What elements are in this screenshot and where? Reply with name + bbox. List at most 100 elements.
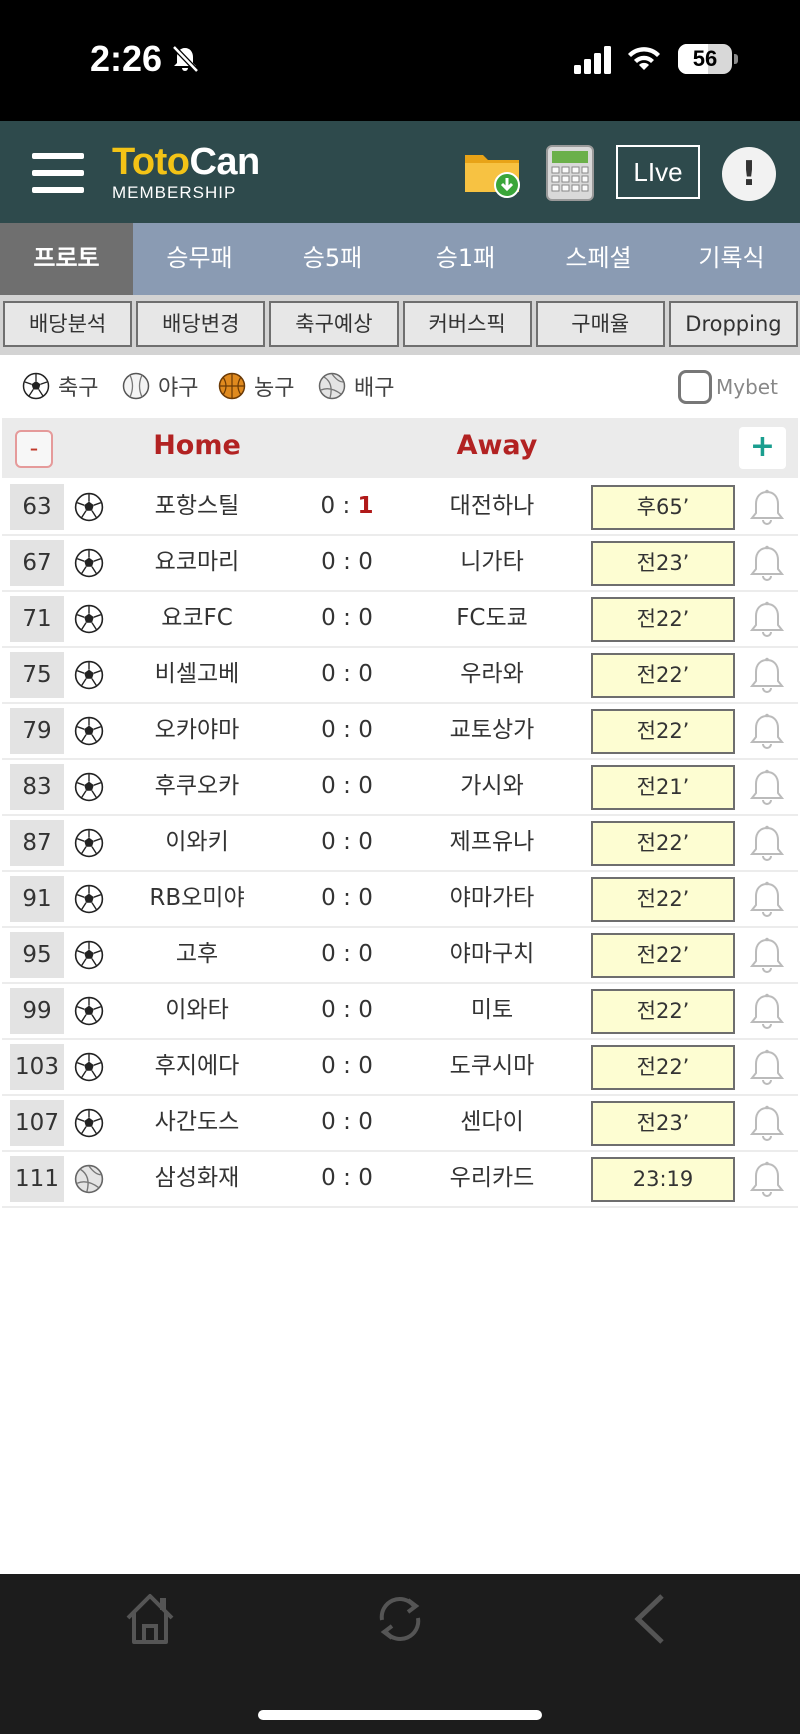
away-team[interactable]: 우라와	[412, 648, 572, 700]
bell-icon[interactable]	[747, 544, 787, 584]
away-team[interactable]: 니가타	[412, 536, 572, 588]
home-team[interactable]: 오카야마	[112, 704, 282, 756]
subtab-soccer-prediction[interactable]: 축구예상	[269, 301, 399, 347]
tab-win-draw-lose[interactable]: 승무패	[133, 223, 266, 295]
subtab-covers-pick[interactable]: 커버스픽	[402, 301, 532, 347]
away-team[interactable]: 야마가타	[412, 872, 572, 924]
bell-icon[interactable]	[747, 712, 787, 752]
score-home: 0	[321, 773, 336, 799]
tab-record[interactable]: 기록식	[665, 223, 798, 295]
expand-button[interactable]: +	[739, 427, 786, 469]
away-team[interactable]: 도쿠시마	[412, 1040, 572, 1092]
away-team[interactable]: FC도쿄	[412, 592, 572, 644]
home-icon[interactable]	[122, 1590, 178, 1648]
match-status[interactable]: 전22’	[591, 877, 735, 922]
home-team[interactable]: 삼성화재	[112, 1152, 282, 1204]
match-status[interactable]: 후65’	[591, 485, 735, 530]
refresh-icon[interactable]	[372, 1590, 428, 1648]
mybet-label: Mybet	[716, 375, 778, 399]
bell-icon[interactable]	[747, 992, 787, 1032]
home-team[interactable]: 고후	[112, 928, 282, 980]
match-status[interactable]: 전23’	[591, 1101, 735, 1146]
match-status[interactable]: 23:19	[591, 1157, 735, 1202]
away-team[interactable]: 센다이	[412, 1096, 572, 1148]
tab-win1[interactable]: 승1패	[399, 223, 532, 295]
live-button[interactable]: LIve	[616, 145, 700, 199]
away-team[interactable]: 가시와	[412, 760, 572, 812]
away-team[interactable]: 대전하나	[412, 480, 572, 532]
match-status[interactable]: 전22’	[591, 1045, 735, 1090]
subtab-dropping[interactable]: Dropping	[668, 301, 799, 347]
bell-icon[interactable]	[747, 768, 787, 808]
tab-special[interactable]: 스페셜	[532, 223, 665, 295]
home-team[interactable]: 비셀고베	[112, 648, 282, 700]
match-row[interactable]: 103 후지에다 0 : 0 도쿠시마 전22’	[2, 1040, 798, 1096]
match-row[interactable]: 95 고후 0 : 0 야마구치 전22’	[2, 928, 798, 984]
logo[interactable]: TotoCan MEMBERSHIP	[112, 143, 260, 203]
match-status[interactable]: 전23’	[591, 541, 735, 586]
bell-icon[interactable]	[747, 936, 787, 976]
bell-icon[interactable]	[747, 656, 787, 696]
match-status[interactable]: 전22’	[591, 709, 735, 754]
calculator-icon[interactable]	[546, 145, 594, 201]
match-row[interactable]: 75 비셀고베 0 : 0 우라와 전22’	[2, 648, 798, 704]
home-team[interactable]: 후지에다	[112, 1040, 282, 1092]
score-home: 0	[321, 885, 336, 911]
match-row[interactable]: 111 삼성화재 0 : 0 우리카드 23:19	[2, 1152, 798, 1208]
filter-volleyball[interactable]: 배구	[318, 370, 394, 402]
match-status[interactable]: 전22’	[591, 989, 735, 1034]
match-row[interactable]: 99 이와타 0 : 0 미토 전22’	[2, 984, 798, 1040]
match-status[interactable]: 전22’	[591, 597, 735, 642]
score-away: 0	[358, 941, 373, 967]
subtab-odds-change[interactable]: 배당변경	[136, 301, 266, 347]
tab-proto[interactable]: 프로토	[0, 223, 133, 295]
score: 0 : 1	[292, 480, 402, 532]
bell-icon[interactable]	[747, 1104, 787, 1144]
back-chevron-icon[interactable]	[628, 1590, 672, 1648]
away-team[interactable]: 교토상가	[412, 704, 572, 756]
tab-win5[interactable]: 승5패	[266, 223, 399, 295]
away-team[interactable]: 우리카드	[412, 1152, 572, 1204]
subtab-purchase-rate[interactable]: 구매율	[535, 301, 665, 347]
match-status[interactable]: 전22’	[591, 821, 735, 866]
away-team[interactable]: 미토	[412, 984, 572, 1036]
home-team[interactable]: 포항스틸	[112, 480, 282, 532]
collapse-button[interactable]: -	[15, 430, 53, 468]
match-row[interactable]: 79 오카야마 0 : 0 교토상가 전22’	[2, 704, 798, 760]
folder-download-icon[interactable]	[463, 147, 523, 199]
mybet-checkbox[interactable]	[678, 370, 712, 404]
home-team[interactable]: 요코FC	[112, 592, 282, 644]
home-team[interactable]: 사간도스	[112, 1096, 282, 1148]
match-status[interactable]: 전22’	[591, 933, 735, 978]
match-row[interactable]: 83 후쿠오카 0 : 0 가시와 전21’	[2, 760, 798, 816]
match-status[interactable]: 전22’	[591, 653, 735, 698]
home-team[interactable]: 이와타	[112, 984, 282, 1036]
home-team[interactable]: 후쿠오카	[112, 760, 282, 812]
alert-button[interactable]: !	[722, 147, 776, 201]
menu-icon[interactable]	[32, 153, 84, 193]
filter-baseball[interactable]: 야구	[122, 370, 198, 402]
away-team[interactable]: 야마구치	[412, 928, 572, 980]
home-team[interactable]: 요코마리	[112, 536, 282, 588]
match-status[interactable]: 전21’	[591, 765, 735, 810]
match-row[interactable]: 107 사간도스 0 : 0 센다이 전23’	[2, 1096, 798, 1152]
filter-soccer[interactable]: 축구	[22, 370, 98, 402]
score-separator: :	[343, 885, 351, 911]
away-team[interactable]: 제프유나	[412, 816, 572, 868]
match-row[interactable]: 91 RB오미야 0 : 0 야마가타 전22’	[2, 872, 798, 928]
bell-icon[interactable]	[747, 1160, 787, 1200]
filter-basketball[interactable]: 농구	[218, 370, 294, 402]
mybet-toggle[interactable]: Mybet	[678, 370, 778, 404]
home-team[interactable]: RB오미야	[112, 872, 282, 924]
home-team[interactable]: 이와키	[112, 816, 282, 868]
bell-icon[interactable]	[747, 1048, 787, 1088]
bell-icon[interactable]	[747, 488, 787, 528]
match-row[interactable]: 71 요코FC 0 : 0 FC도쿄 전22’	[2, 592, 798, 648]
subtab-odds-analysis[interactable]: 배당분석	[3, 301, 133, 347]
match-row[interactable]: 87 이와키 0 : 0 제프유나 전22’	[2, 816, 798, 872]
bell-icon[interactable]	[747, 880, 787, 920]
bell-icon[interactable]	[747, 824, 787, 864]
match-row[interactable]: 67 요코마리 0 : 0 니가타 전23’	[2, 536, 798, 592]
match-row[interactable]: 63 포항스틸 0 : 1 대전하나 후65’	[2, 480, 798, 536]
bell-icon[interactable]	[747, 600, 787, 640]
